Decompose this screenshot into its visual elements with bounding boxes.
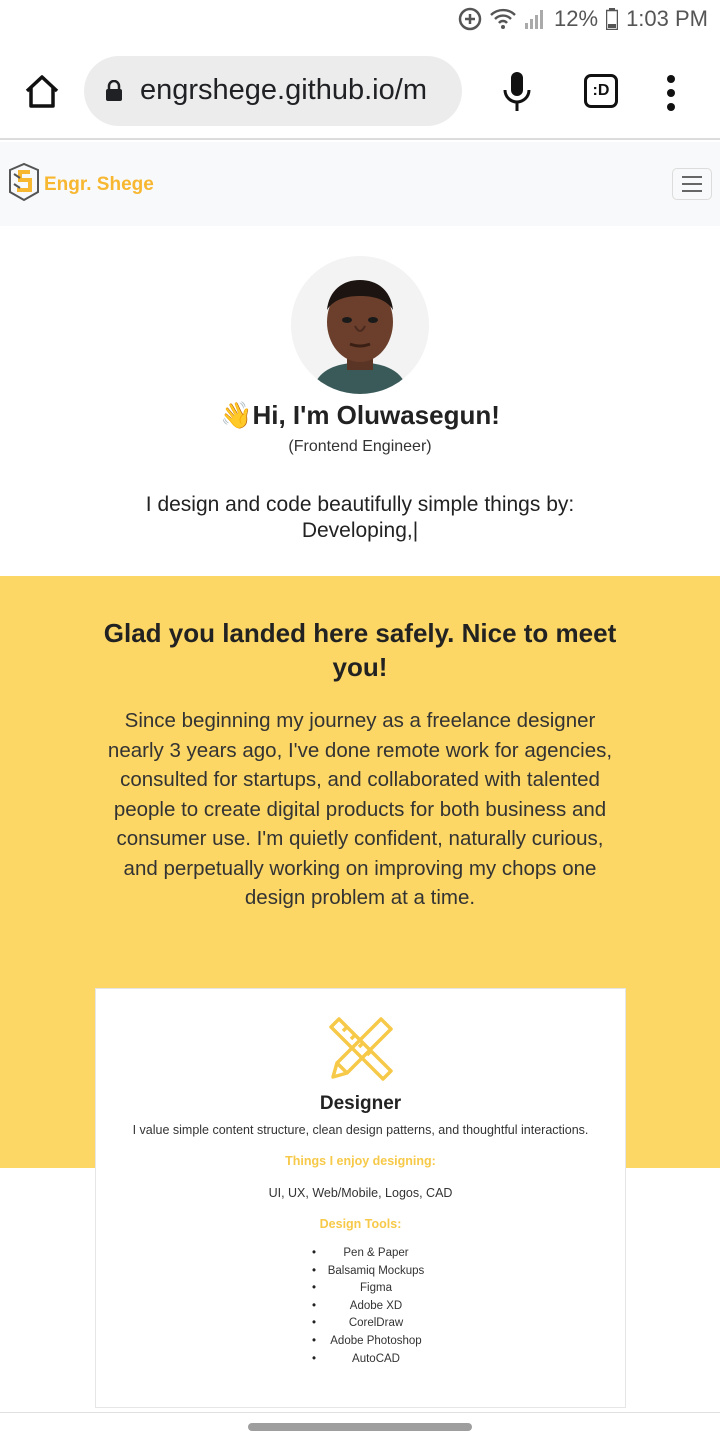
navbar-toggler-button[interactable] (672, 168, 712, 200)
typing-text: Developing,| (301, 519, 419, 542)
tools-list: Pen & Paper Balsamiq Mockups Figma Adobe… (306, 1247, 446, 1370)
battery-percent: 12% (554, 6, 599, 31)
site-navbar: Engr. Shege (0, 142, 720, 226)
tools-heading: Design Tools: (319, 1217, 402, 1231)
hero-subtitle: (Frontend Engineer) (288, 438, 432, 455)
list-item: Adobe Photoshop (306, 1335, 446, 1353)
about-title: Glad you landed here safely. Nice to mee… (103, 618, 617, 682)
enjoy-heading: Things I enjoy designing: (285, 1154, 436, 1168)
home-icon[interactable] (22, 72, 62, 112)
address-bar[interactable]: engrshege.github.io/m (84, 56, 462, 126)
designer-card: Designer I value simple content structur… (95, 988, 626, 1408)
wifi-icon (490, 8, 516, 30)
list-item: CorelDraw (306, 1317, 446, 1335)
profile-avatar (291, 256, 429, 394)
list-item: Balsamiq Mockups (306, 1265, 446, 1283)
clock: 1:03 PM (626, 6, 708, 31)
gesture-handle[interactable] (248, 1423, 472, 1431)
hamburger-line (682, 176, 702, 178)
microphone-icon[interactable] (500, 70, 534, 114)
list-item: AutoCAD (306, 1353, 446, 1371)
logo-icon (8, 162, 40, 207)
status-icons: 12% 1:03 PM (458, 6, 708, 32)
list-item: Adobe XD (306, 1300, 446, 1318)
lock-icon (104, 79, 124, 107)
url-text: engrshege.github.io/m (140, 74, 427, 106)
hamburger-line (682, 183, 702, 185)
card-title: Designer (319, 1093, 402, 1114)
about-text: Since beginning my journey as a freelanc… (107, 709, 613, 909)
waving-hand-icon: 👋 (220, 400, 253, 430)
brand-name: Engr. Shege (44, 173, 154, 195)
list-item: Figma (306, 1282, 446, 1300)
card-description: I value simple content structure, clean … (132, 1123, 589, 1137)
brand-link[interactable]: Engr. Shege (8, 162, 154, 207)
hero-greeting: Hi, I'm Oluwasegun! (252, 400, 500, 430)
tab-switcher-button[interactable]: :D (584, 74, 618, 108)
pencil-ruler-icon (327, 1015, 395, 1083)
overflow-menu-icon[interactable] (660, 74, 682, 112)
sync-icon (458, 7, 482, 31)
list-item: Pen & Paper (306, 1247, 446, 1265)
battery-icon (606, 8, 619, 30)
hamburger-line (682, 190, 702, 192)
browser-toolbar: engrshege.github.io/m :D (0, 44, 720, 140)
status-bar: 12% 1:03 PM (0, 0, 720, 44)
enjoy-list: UI, UX, Web/Mobile, Logos, CAD (268, 1186, 453, 1200)
system-navigation-bar (0, 1412, 720, 1440)
hero-title: 👋Hi, I'm Oluwasegun! (0, 400, 720, 431)
signal-icon (524, 8, 546, 30)
hero-description: I design and code beautifully simple thi… (0, 492, 720, 544)
hero-section: 👋Hi, I'm Oluwasegun! (Frontend Engineer)… (0, 226, 720, 576)
hero-description-line: I design and code beautifully simple thi… (145, 493, 575, 516)
